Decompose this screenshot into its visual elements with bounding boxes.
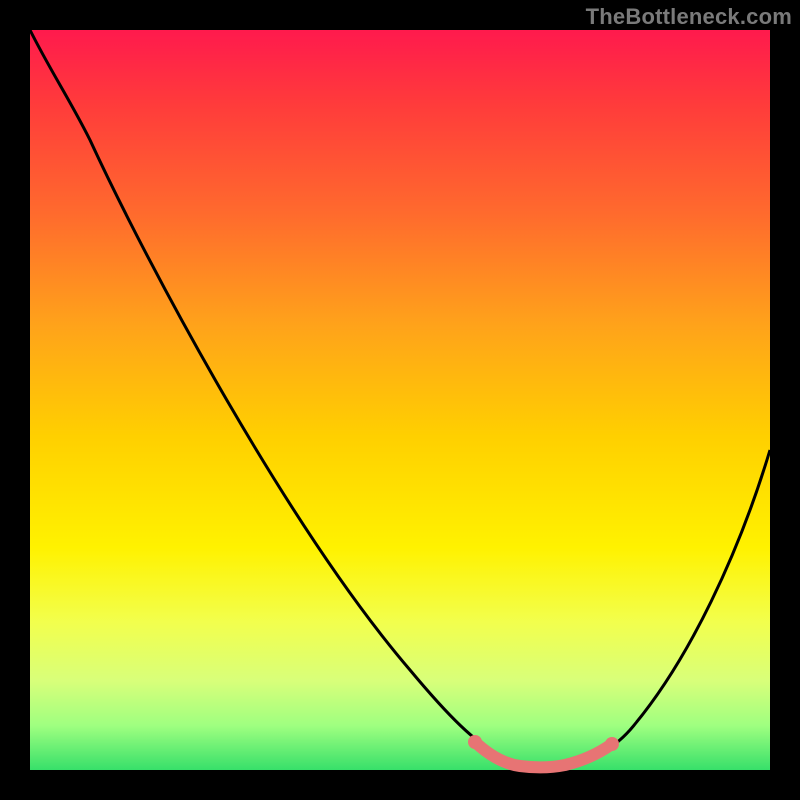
chart-frame: TheBottleneck.com <box>0 0 800 800</box>
bottleneck-curve <box>30 30 770 767</box>
highlight-start-dot <box>468 735 482 749</box>
highlight-end-dot <box>605 737 619 751</box>
watermark-text: TheBottleneck.com <box>586 4 792 30</box>
plot-area <box>30 30 770 770</box>
chart-svg <box>30 30 770 770</box>
highlight-segment <box>475 742 612 767</box>
